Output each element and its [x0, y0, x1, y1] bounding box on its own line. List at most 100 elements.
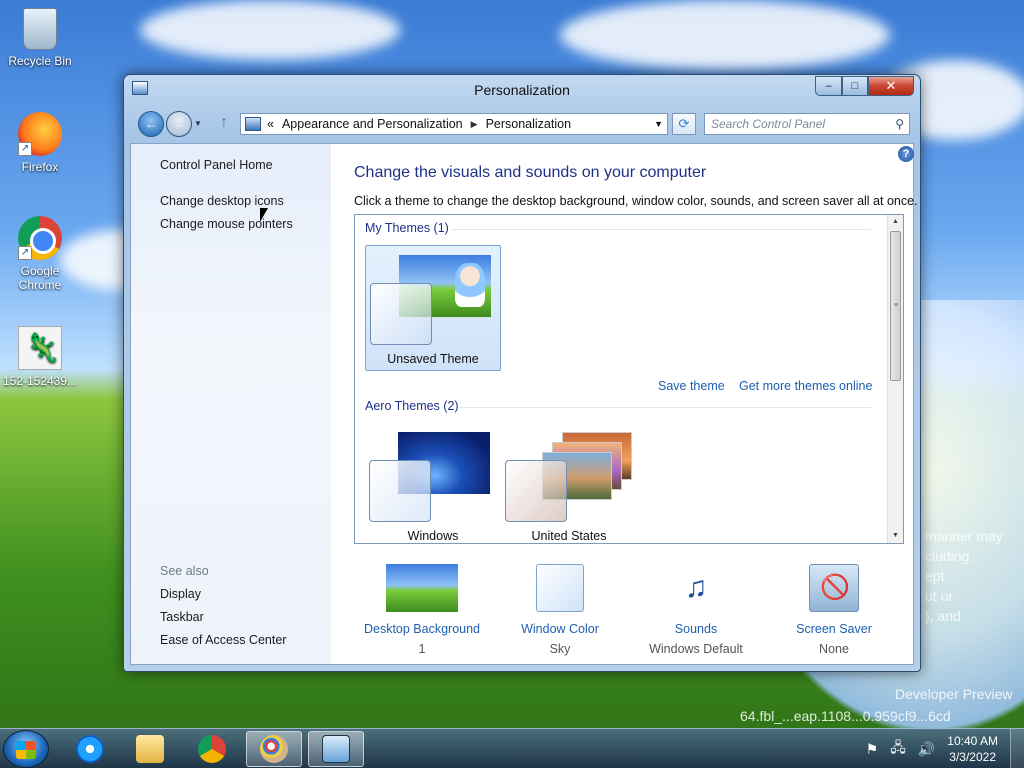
content-area: Control Panel Home Change desktop icons …	[130, 143, 918, 665]
theme-name: Windows	[407, 529, 459, 543]
taskbar-link[interactable]: Taskbar	[160, 610, 204, 624]
see-also-heading: See also	[160, 564, 209, 578]
setting-label[interactable]: Sounds	[626, 622, 766, 636]
image-file-icon	[18, 326, 62, 370]
theme-tile-windows[interactable]: Windows	[365, 423, 501, 543]
get-more-themes-link[interactable]: Get more themes online	[739, 379, 872, 393]
start-button[interactable]	[3, 730, 49, 768]
save-theme-link[interactable]: Save theme	[658, 379, 725, 393]
chrome-icon: ↗	[18, 216, 62, 260]
shortcut-arrow-icon: ↗	[18, 142, 32, 156]
theme-name: United States	[531, 529, 607, 543]
group-divider	[451, 229, 871, 230]
control-panel-icon	[322, 735, 350, 763]
desktop-icon-recycle-bin[interactable]: Recycle Bin	[0, 8, 80, 68]
taskbar-paint[interactable]	[246, 731, 302, 767]
chevron-down-icon[interactable]: ▼	[654, 119, 663, 129]
recent-pages-dropdown[interactable]: ▼	[194, 119, 202, 128]
search-input[interactable]: Search Control Panel ⚲	[704, 113, 910, 135]
build-watermark: Developer Preview	[895, 686, 1013, 702]
build-watermark: 64.fbl_...eap.1108...0.959cf9...6cd	[740, 708, 951, 724]
desktop-icon-label: Recycle Bin	[8, 54, 72, 68]
watermark-text: ept	[925, 568, 945, 584]
clock[interactable]: 10:40 AM 3/3/2022	[947, 733, 998, 765]
clock-date: 3/3/2022	[949, 750, 996, 764]
personalization-window[interactable]: Personalization – □ ✕ ← → ▼ ↑ « Appearan…	[123, 74, 921, 672]
scroll-thumb[interactable]: ≡	[890, 231, 901, 381]
left-navigation-pane: Control Panel Home Change desktop icons …	[131, 144, 331, 664]
maximize-button[interactable]: □	[842, 76, 868, 96]
volume-icon[interactable]: 🔊	[918, 741, 935, 758]
window-title: Personalization	[474, 82, 570, 98]
desktop-background-setting[interactable]: Desktop Background 1	[352, 564, 492, 656]
forward-button[interactable]: →	[166, 111, 192, 137]
internet-explorer-icon	[76, 735, 104, 763]
paint-palette-icon	[260, 735, 288, 763]
desktop-background-icon	[386, 564, 458, 612]
watermark-text: ut or	[925, 588, 954, 604]
ease-of-access-link[interactable]: Ease of Access Center	[160, 633, 286, 647]
chevron-right-icon[interactable]: ▶	[471, 119, 478, 130]
control-panel-icon	[245, 117, 261, 131]
refresh-button[interactable]: ⟳	[672, 113, 696, 135]
setting-label[interactable]: Window Color	[490, 622, 630, 636]
taskbar-chrome[interactable]	[184, 731, 240, 767]
title-bar[interactable]: Personalization – □ ✕	[124, 75, 920, 105]
change-desktop-icons-link[interactable]: Change desktop icons	[160, 194, 284, 208]
sounds-icon: ♫	[684, 571, 708, 604]
breadcrumb-personalization[interactable]: Personalization	[486, 117, 571, 131]
setting-label[interactable]: Desktop Background	[352, 622, 492, 636]
setting-label[interactable]: Screen Saver	[764, 622, 904, 636]
minimize-button[interactable]: –	[815, 76, 842, 96]
network-icon[interactable]: 🖧	[890, 737, 906, 761]
breadcrumb-appearance[interactable]: Appearance and Personalization	[282, 117, 463, 131]
address-bar[interactable]: « Appearance and Personalization ▶ Perso…	[240, 113, 668, 135]
scroll-down-arrow-icon[interactable]: ▼	[888, 529, 903, 543]
taskbar: ⚑ 🖧 🔊 10:40 AM 3/3/2022	[0, 728, 1024, 768]
theme-list-scrollbar[interactable]: ▲ ≡ ▼	[887, 215, 903, 543]
chrome-icon	[198, 735, 226, 763]
wallpaper-cloud	[560, 0, 890, 70]
desktop-icon-firefox[interactable]: ↗ Firefox	[0, 112, 80, 174]
scroll-up-arrow-icon[interactable]: ▲	[888, 215, 903, 229]
change-mouse-pointers-link[interactable]: Change mouse pointers	[160, 217, 293, 231]
setting-value: None	[819, 642, 849, 656]
watermark-text: ), and	[925, 608, 961, 624]
setting-value: Sky	[549, 642, 571, 656]
taskbar-file-explorer[interactable]	[122, 731, 178, 767]
page-description: Click a theme to change the desktop back…	[354, 194, 918, 208]
window-color-icon	[536, 564, 584, 612]
watermark-text: manner may	[925, 528, 1003, 544]
main-pane: Change the visuals and sounds on your co…	[352, 144, 918, 664]
shortcut-arrow-icon: ↗	[18, 246, 32, 260]
theme-list[interactable]: My Themes (1) Unsaved Theme Save theme G…	[354, 214, 904, 544]
back-button[interactable]: ←	[138, 111, 164, 137]
taskbar-control-panel[interactable]	[308, 731, 364, 767]
taskbar-internet-explorer[interactable]	[62, 731, 118, 767]
theme-tile-united-states[interactable]: United States	[501, 423, 637, 543]
recycle-bin-icon	[23, 8, 57, 50]
firefox-icon: ↗	[18, 112, 62, 156]
control-panel-home-link[interactable]: Control Panel Home	[160, 158, 273, 172]
desktop-icon-chrome[interactable]: ↗ Google Chrome	[0, 216, 80, 292]
sounds-setting[interactable]: ♫ Sounds Windows Default	[626, 564, 766, 656]
screen-saver-setting[interactable]: Screen Saver None	[764, 564, 904, 656]
up-arrow-icon[interactable]: ↑	[220, 114, 228, 132]
theme-color-swatch	[505, 460, 567, 522]
show-desktop-button[interactable]	[1010, 729, 1024, 768]
desktop-icon-image-file[interactable]: 152-152439...	[0, 326, 80, 388]
my-themes-heading: My Themes (1)	[365, 221, 449, 235]
window-color-setting[interactable]: Window Color Sky	[490, 564, 630, 656]
theme-name: Unsaved Theme	[387, 352, 479, 366]
breadcrumb-overflow[interactable]: «	[267, 117, 274, 131]
display-link[interactable]: Display	[160, 587, 201, 601]
page-title: Change the visuals and sounds on your co…	[354, 164, 707, 181]
aero-themes-heading: Aero Themes (2)	[365, 399, 459, 413]
watermark-text: cluding	[925, 548, 970, 564]
action-center-flag-icon[interactable]: ⚑	[866, 741, 879, 758]
search-icon[interactable]: ⚲	[895, 114, 904, 134]
close-button[interactable]: ✕	[868, 76, 914, 96]
screen-saver-icon	[809, 564, 859, 612]
clock-time: 10:40 AM	[947, 734, 998, 748]
theme-tile-unsaved[interactable]: Unsaved Theme	[365, 245, 501, 371]
